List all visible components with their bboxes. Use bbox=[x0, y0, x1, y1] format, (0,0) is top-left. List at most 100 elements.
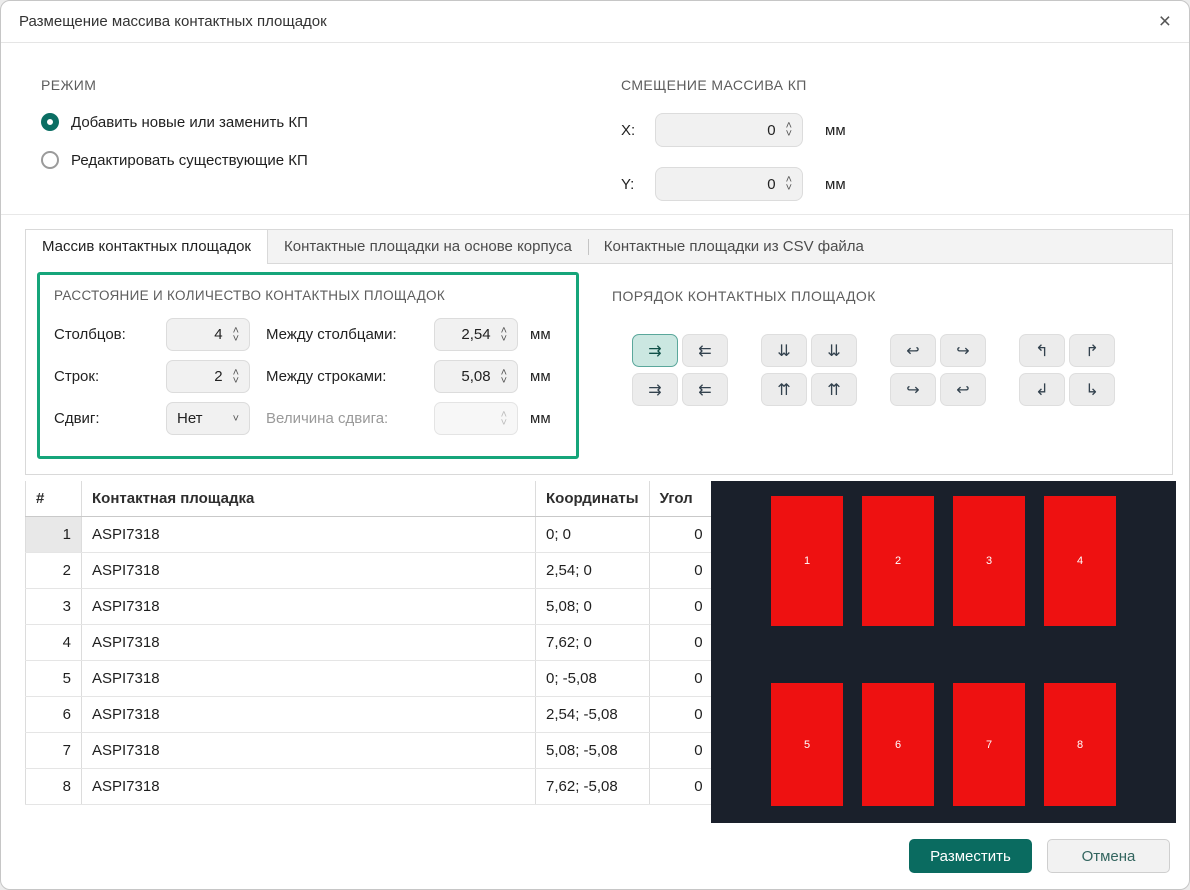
pad-order-heading: ПОРЯДОК КОНТАКТНЫХ ПЛОЩАДОК bbox=[612, 288, 876, 304]
order-group-serpentine-columns: ↰ ↱ ↲ ↳ bbox=[1019, 334, 1115, 406]
table-row[interactable]: 5 ASPI7318 0; -5,08 0 bbox=[26, 661, 714, 697]
preview-pad: 7 bbox=[953, 683, 1025, 806]
order-rows-left-from-top-button[interactable]: ⇇ bbox=[682, 334, 728, 367]
place-button[interactable]: Разместить bbox=[909, 839, 1032, 873]
spinner-arrows-icon[interactable]: ˄˅ bbox=[233, 369, 239, 385]
offset-y-row: Y: 0 ˄˅ мм bbox=[621, 167, 881, 201]
table-row[interactable]: 8 ASPI7318 7,62; -5,08 0 bbox=[26, 769, 714, 805]
order-serpentine-rows-start-left-button[interactable]: ↩ bbox=[890, 334, 936, 367]
row-number: 5 bbox=[26, 661, 82, 697]
column-spacing-label: Между столбцами: bbox=[266, 326, 434, 343]
order-rows-left-from-bottom-button[interactable]: ⇇ bbox=[682, 373, 728, 406]
columns-label: Столбцов: bbox=[54, 326, 166, 343]
table-row[interactable]: 3 ASPI7318 5,08; 0 0 bbox=[26, 589, 714, 625]
pad-name: ASPI7318 bbox=[82, 553, 536, 589]
spinner-arrows-icon[interactable]: ˄˅ bbox=[501, 369, 507, 385]
tab-pads-from-footprint[interactable]: Контактные площадки на основе корпуса bbox=[268, 230, 588, 263]
section-divider bbox=[1, 214, 1189, 215]
shift-select[interactable]: Нет ˅ bbox=[166, 402, 250, 435]
tab-panel: РАССТОЯНИЕ И КОЛИЧЕСТВО КОНТАКТНЫХ ПЛОЩА… bbox=[25, 263, 1173, 475]
table-row[interactable]: 7 ASPI7318 5,08; -5,08 0 bbox=[26, 733, 714, 769]
shift-label: Сдвиг: bbox=[54, 410, 166, 427]
rows-spinner[interactable]: 2 ˄˅ bbox=[166, 360, 250, 393]
order-serpentine-rows-start-right-button[interactable]: ↪ bbox=[940, 334, 986, 367]
radio-add-new[interactable]: Добавить новые или заменить КП bbox=[41, 113, 308, 131]
preview-pad: 4 bbox=[1044, 496, 1116, 626]
row-spacing-spinner[interactable]: 5,08 ˄˅ bbox=[434, 360, 518, 393]
row-number: 3 bbox=[26, 589, 82, 625]
offset-y-spinner[interactable]: 0 ˄˅ bbox=[655, 167, 803, 201]
titlebar: Размещение массива контактных площадок × bbox=[1, 1, 1189, 43]
header-coordinates: Координаты bbox=[536, 481, 650, 517]
pad-angle: 0 bbox=[649, 517, 713, 553]
shift-value: Нет bbox=[177, 410, 233, 427]
spacing-grid: Столбцов: 4 ˄˅ Между столбцами: 2,54 ˄˅ bbox=[54, 318, 562, 435]
chevron-down-icon: ˅ bbox=[233, 413, 239, 425]
pad-coordinates: 7,62; 0 bbox=[536, 625, 650, 661]
pads-table: # Контактная площадка Координаты Угол 1 … bbox=[25, 481, 714, 805]
tab-bar: Массив контактных площадок Контактные пл… bbox=[25, 229, 1173, 263]
column-spacing-spinner[interactable]: 2,54 ˄˅ bbox=[434, 318, 518, 351]
pad-coordinates: 0; -5,08 bbox=[536, 661, 650, 697]
order-serpentine-columns-bottom-left-button[interactable]: ↲ bbox=[1019, 373, 1065, 406]
pad-coordinates: 2,54; -5,08 bbox=[536, 697, 650, 733]
spinner-arrows-icon[interactable]: ˄˅ bbox=[786, 122, 792, 138]
order-serpentine-rows-bottom-right-button[interactable]: ↩ bbox=[940, 373, 986, 406]
order-rows-right-from-bottom-button[interactable]: ⇉ bbox=[632, 373, 678, 406]
cancel-button[interactable]: Отмена bbox=[1047, 839, 1170, 873]
offset-heading: СМЕЩЕНИЕ МАССИВА КП bbox=[621, 77, 881, 93]
order-serpentine-columns-bottom-right-button[interactable]: ↳ bbox=[1069, 373, 1115, 406]
rows-label: Строк: bbox=[54, 368, 166, 385]
radio-edit-existing-label: Редактировать существующие КП bbox=[71, 152, 308, 169]
offset-y-label: Y: bbox=[621, 176, 655, 193]
radio-add-new-label: Добавить новые или заменить КП bbox=[71, 114, 308, 131]
pad-coordinates: 5,08; 0 bbox=[536, 589, 650, 625]
offset-y-unit: мм bbox=[825, 176, 846, 193]
order-rows-right-from-top-button[interactable]: ⇉ bbox=[632, 334, 678, 367]
radio-edit-existing[interactable]: Редактировать существующие КП bbox=[41, 151, 308, 169]
pad-angle: 0 bbox=[649, 589, 713, 625]
pad-name: ASPI7318 bbox=[82, 661, 536, 697]
table-row[interactable]: 1 ASPI7318 0; 0 0 bbox=[26, 517, 714, 553]
table-row[interactable]: 4 ASPI7318 7,62; 0 0 bbox=[26, 625, 714, 661]
row-spacing-label: Между строками: bbox=[266, 368, 434, 385]
order-group-serpentine-rows: ↩ ↪ ↪ ↩ bbox=[890, 334, 986, 406]
pad-order-buttons: ⇉ ⇇ ⇉ ⇇ ⇊ ⇊ ⇈ ⇈ ↩ ↪ ↪ ↩ ↰ bbox=[632, 334, 1115, 406]
preview-pad: 6 bbox=[862, 683, 934, 806]
columns-spinner[interactable]: 4 ˄˅ bbox=[166, 318, 250, 351]
pad-array-dialog: Размещение массива контактных площадок ×… bbox=[0, 0, 1190, 890]
header-angle: Угол bbox=[649, 481, 713, 517]
offset-x-unit: мм bbox=[825, 122, 846, 139]
order-columns-up-from-left-button[interactable]: ⇈ bbox=[761, 373, 807, 406]
pad-name: ASPI7318 bbox=[82, 625, 536, 661]
dialog-footer: Разместить Отмена bbox=[909, 839, 1170, 873]
row-number: 8 bbox=[26, 769, 82, 805]
spinner-arrows-icon[interactable]: ˄˅ bbox=[233, 327, 239, 343]
order-serpentine-rows-bottom-left-button[interactable]: ↪ bbox=[890, 373, 936, 406]
close-icon[interactable]: × bbox=[1159, 11, 1171, 32]
tab-area: Массив контактных площадок Контактные пл… bbox=[25, 229, 1173, 475]
pad-name: ASPI7318 bbox=[82, 517, 536, 553]
spinner-arrows-icon[interactable]: ˄˅ bbox=[501, 327, 507, 343]
pad-coordinates: 5,08; -5,08 bbox=[536, 733, 650, 769]
header-number: # bbox=[26, 481, 82, 517]
offset-x-spinner[interactable]: 0 ˄˅ bbox=[655, 113, 803, 147]
radio-button-unselected-icon[interactable] bbox=[41, 151, 59, 169]
table-row[interactable]: 2 ASPI7318 2,54; 0 0 bbox=[26, 553, 714, 589]
order-serpentine-columns-top-left-button[interactable]: ↰ bbox=[1019, 334, 1065, 367]
tab-pad-array[interactable]: Массив контактных площадок bbox=[26, 230, 268, 263]
pad-coordinates: 0; 0 bbox=[536, 517, 650, 553]
radio-button-selected-icon[interactable] bbox=[41, 113, 59, 131]
table-row[interactable]: 6 ASPI7318 2,54; -5,08 0 bbox=[26, 697, 714, 733]
header-pad: Контактная площадка bbox=[82, 481, 536, 517]
row-number: 2 bbox=[26, 553, 82, 589]
order-columns-down-from-right-button[interactable]: ⇊ bbox=[811, 334, 857, 367]
preview-pad: 2 bbox=[862, 496, 934, 626]
order-columns-down-from-left-button[interactable]: ⇊ bbox=[761, 334, 807, 367]
shift-amount-spinner: ˄˅ bbox=[434, 402, 518, 435]
order-serpentine-columns-top-right-button[interactable]: ↱ bbox=[1069, 334, 1115, 367]
tab-pads-from-csv[interactable]: Контактные площадки из CSV файла bbox=[588, 230, 880, 263]
order-columns-up-from-right-button[interactable]: ⇈ bbox=[811, 373, 857, 406]
spinner-arrows-icon[interactable]: ˄˅ bbox=[786, 176, 792, 192]
shift-amount-label: Величина сдвига: bbox=[266, 410, 434, 427]
